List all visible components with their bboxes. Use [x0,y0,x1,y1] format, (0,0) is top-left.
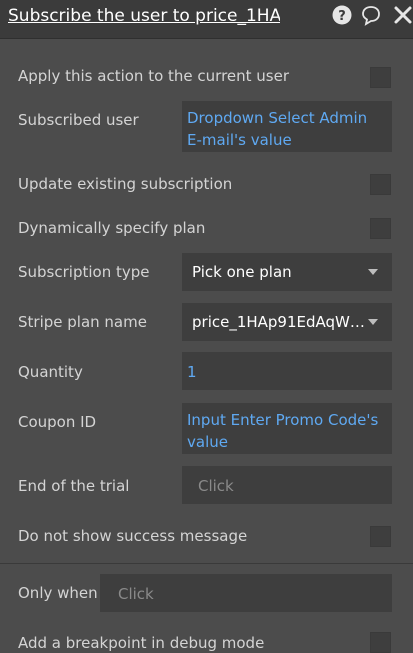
stripe-plan-label: Stripe plan name [18,313,147,331]
apply-current-user-label: Apply this action to the current user [18,67,290,85]
subscribed-user-field[interactable]: Dropdown Select Admin E-mail's value [182,101,392,152]
quantity-label: Quantity [18,363,83,381]
only-when-label: Only when [18,584,98,602]
subscription-type-label: Subscription type [18,263,150,281]
no-success-msg-label: Do not show success message [18,527,248,545]
stripe-plan-dropdown[interactable]: price_1HAp91EdAqW8e... [182,303,392,341]
trial-end-label: End of the trial [18,477,130,495]
breakpoint-checkbox[interactable] [370,632,391,653]
trial-end-field[interactable]: Click [182,466,392,504]
action-header: Subscribe the user to price_1HAp9 ? [0,0,413,39]
stripe-plan-value: price_1HAp91EdAqW8e... [192,313,368,331]
comment-icon[interactable] [360,4,382,26]
quantity-field[interactable]: 1 [182,352,392,390]
only-when-field[interactable]: Click [100,574,392,612]
subscription-type-value: Pick one plan [192,263,292,281]
dynamic-plan-label: Dynamically specify plan [18,219,206,237]
close-icon[interactable] [392,4,413,26]
svg-text:?: ? [338,9,346,24]
update-existing-checkbox[interactable] [370,174,391,195]
action-title[interactable]: Subscribe the user to price_1HAp9 [8,5,280,27]
subscribed-user-label: Subscribed user [18,111,139,129]
help-icon[interactable]: ? [331,4,353,26]
coupon-label: Coupon ID [18,413,97,431]
dynamic-plan-checkbox[interactable] [370,218,391,239]
apply-current-user-checkbox[interactable] [370,67,391,88]
breakpoint-label: Add a breakpoint in debug mode [18,634,265,652]
coupon-field[interactable]: Input Enter Promo Code's value [182,403,392,454]
chevron-down-icon [368,319,378,325]
update-existing-label: Update existing subscription [18,175,233,193]
chevron-down-icon [368,269,378,275]
no-success-msg-checkbox[interactable] [370,526,391,547]
subscription-type-dropdown[interactable]: Pick one plan [182,253,392,291]
